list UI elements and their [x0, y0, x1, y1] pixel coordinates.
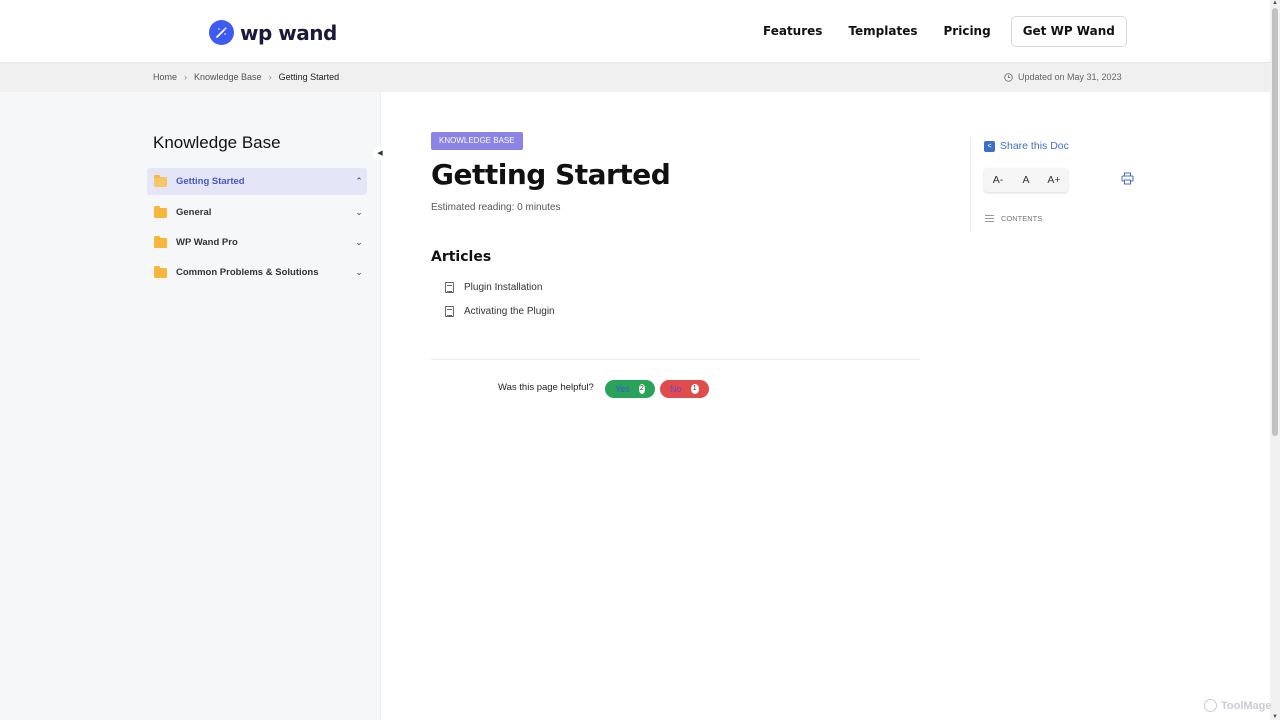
vote-no-label: No: [670, 384, 682, 394]
sidebar-title: Knowledge Base: [153, 133, 281, 152]
sidebar-item-getting-started[interactable]: Getting Started ⌃: [147, 168, 367, 195]
collapse-sidebar-icon[interactable]: ◀: [373, 146, 387, 160]
contents-label: CONTENTS: [1001, 214, 1043, 223]
sidebar-item-label: Common Problems & Solutions: [176, 267, 319, 278]
breadcrumb-knowledge-base[interactable]: Knowledge Base: [194, 72, 262, 82]
vote-no-button[interactable]: No 1: [660, 380, 709, 398]
font-size-controls: A- A A+: [984, 168, 1068, 192]
category-badge[interactable]: KNOWLEDGE BASE: [431, 132, 523, 150]
chevron-down-icon[interactable]: ⌄: [351, 237, 367, 248]
chevron-right-icon: ›: [184, 72, 188, 82]
chevron-right-icon: ›: [268, 72, 272, 82]
folder-icon: [154, 265, 167, 278]
nav-templates[interactable]: Templates: [835, 16, 930, 47]
magic-wand-icon: [209, 20, 234, 45]
folder-open-icon: [154, 174, 167, 187]
vote-yes-label: Yes: [615, 384, 630, 394]
font-decrease-button[interactable]: A-: [984, 168, 1012, 192]
list-icon: [985, 215, 994, 222]
scrollbar[interactable]: ▲ ▼: [1270, 0, 1280, 720]
document-icon: [445, 306, 454, 317]
table-of-contents[interactable]: CONTENTS: [985, 214, 1042, 223]
main-nav: Features Templates Pricing Get WP Wand: [750, 16, 1127, 47]
updated-date: Updated on May 31, 2023: [1004, 72, 1122, 82]
logo-text: wp wand: [240, 20, 337, 45]
chevron-up-icon[interactable]: ⌃: [351, 176, 367, 187]
sidebar-item-common-problems[interactable]: Common Problems & Solutions ⌄: [147, 259, 367, 286]
chevron-down-icon[interactable]: ⌄: [351, 207, 367, 218]
breadcrumb-home[interactable]: Home: [153, 72, 177, 82]
document-icon: [445, 282, 454, 293]
share-label: Share this Doc: [1000, 140, 1069, 152]
vote-yes-button[interactable]: Yes 2: [605, 380, 655, 398]
article-label[interactable]: Activating the Plugin: [464, 306, 555, 317]
breadcrumb: Home › Knowledge Base › Getting Started: [153, 72, 339, 82]
nav-features[interactable]: Features: [750, 16, 835, 47]
clock-icon: [1004, 72, 1013, 82]
nav-pricing[interactable]: Pricing: [931, 16, 1004, 47]
watermark-text: ToolMage: [1221, 699, 1272, 712]
breadcrumb-bar: Home › Knowledge Base › Getting Started …: [0, 62, 1270, 92]
page-title: Getting Started: [431, 158, 671, 191]
scroll-down-icon[interactable]: ▼: [1272, 714, 1278, 720]
breadcrumb-current: Getting Started: [278, 72, 340, 82]
sidebar-item-general[interactable]: General ⌄: [147, 199, 367, 226]
article-link[interactable]: Plugin Installation: [445, 282, 542, 293]
sidebar-item-label: General: [176, 207, 212, 218]
scroll-up-icon[interactable]: ▲: [1272, 0, 1278, 6]
sidebar-item-label: Getting Started: [176, 176, 245, 187]
share-icon: <: [984, 140, 995, 152]
font-increase-button[interactable]: A+: [1040, 168, 1068, 192]
watermark-logo-icon: [1204, 699, 1217, 712]
updated-text: Updated on May 31, 2023: [1018, 72, 1122, 82]
font-reset-button[interactable]: A: [1012, 168, 1040, 192]
vote-yes-count: 2: [638, 384, 645, 394]
panel-divider: [970, 137, 971, 232]
get-wp-wand-button[interactable]: Get WP Wand: [1010, 16, 1127, 47]
divider: [431, 359, 920, 360]
article-label[interactable]: Plugin Installation: [464, 282, 542, 293]
scroll-thumb[interactable]: [1272, 8, 1278, 436]
article-link[interactable]: Activating the Plugin: [445, 306, 555, 317]
site-header: wp wand Features Templates Pricing Get W…: [0, 0, 1270, 62]
sidebar-item-label: WP Wand Pro: [176, 237, 238, 248]
sidebar-item-wp-wand-pro[interactable]: WP Wand Pro ⌄: [147, 229, 367, 256]
chevron-down-icon[interactable]: ⌄: [351, 267, 367, 278]
articles-heading: Articles: [431, 249, 492, 265]
print-icon[interactable]: [1121, 172, 1134, 185]
logo[interactable]: wp wand: [209, 20, 337, 45]
share-doc-link[interactable]: < Share this Doc: [984, 140, 1069, 152]
reading-time: Estimated reading: 0 minutes: [431, 202, 561, 213]
helpful-question: Was this page helpful?: [498, 382, 594, 393]
folder-icon: [154, 235, 167, 248]
watermark: ToolMage: [1204, 699, 1272, 712]
vote-no-count: 1: [690, 384, 699, 394]
folder-icon: [154, 205, 167, 218]
